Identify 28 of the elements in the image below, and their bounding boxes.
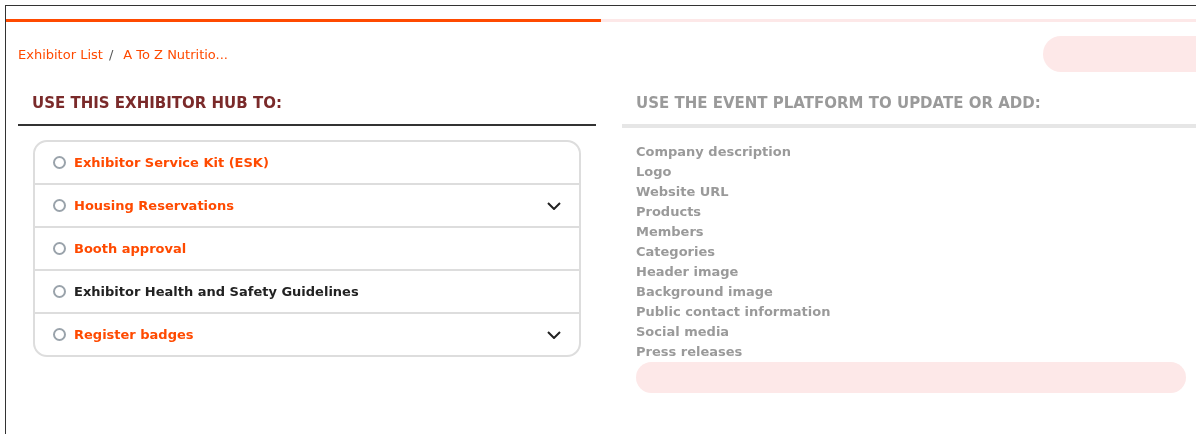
status-circle-icon [53,199,66,212]
field-name: Social media [636,323,731,341]
section-heading: USE THE EVENT PLATFORM TO UPDATE OR ADD: [622,94,1196,128]
task-link[interactable]: Booth approval [74,241,561,256]
chevron-down-icon[interactable] [547,201,561,210]
field-name: Press releases [636,343,744,361]
breadcrumb-separator: / [108,46,114,62]
field-name: Products [636,203,703,221]
field-name: Background image [636,283,774,301]
task-link[interactable]: Exhibitor Health and Safety Guidelines [74,284,561,299]
status-circle-icon [53,285,66,298]
field-name: Categories [636,243,716,261]
section-heading: USE THIS EXHIBITOR HUB TO: [18,94,596,126]
breadcrumb-link[interactable]: Exhibitor List [18,46,103,62]
task-link[interactable]: Register badges [74,327,547,342]
field-name: Members [636,223,705,241]
field-name: Website URL [636,183,730,201]
task-link[interactable]: Housing Reservations [74,198,547,213]
field-name: Public contact information [636,303,832,321]
breadcrumb-link[interactable]: A To Z Nutritio... [123,46,228,62]
status-circle-icon [53,156,66,169]
field-name: Header image [636,263,740,281]
task-link[interactable]: Exhibitor Service Kit (ESK) [74,155,561,170]
chevron-down-icon[interactable] [547,330,561,339]
field-name: Logo [636,163,673,181]
field-name: Company description [636,143,792,161]
status-circle-icon [53,242,66,255]
status-circle-icon [53,328,66,341]
